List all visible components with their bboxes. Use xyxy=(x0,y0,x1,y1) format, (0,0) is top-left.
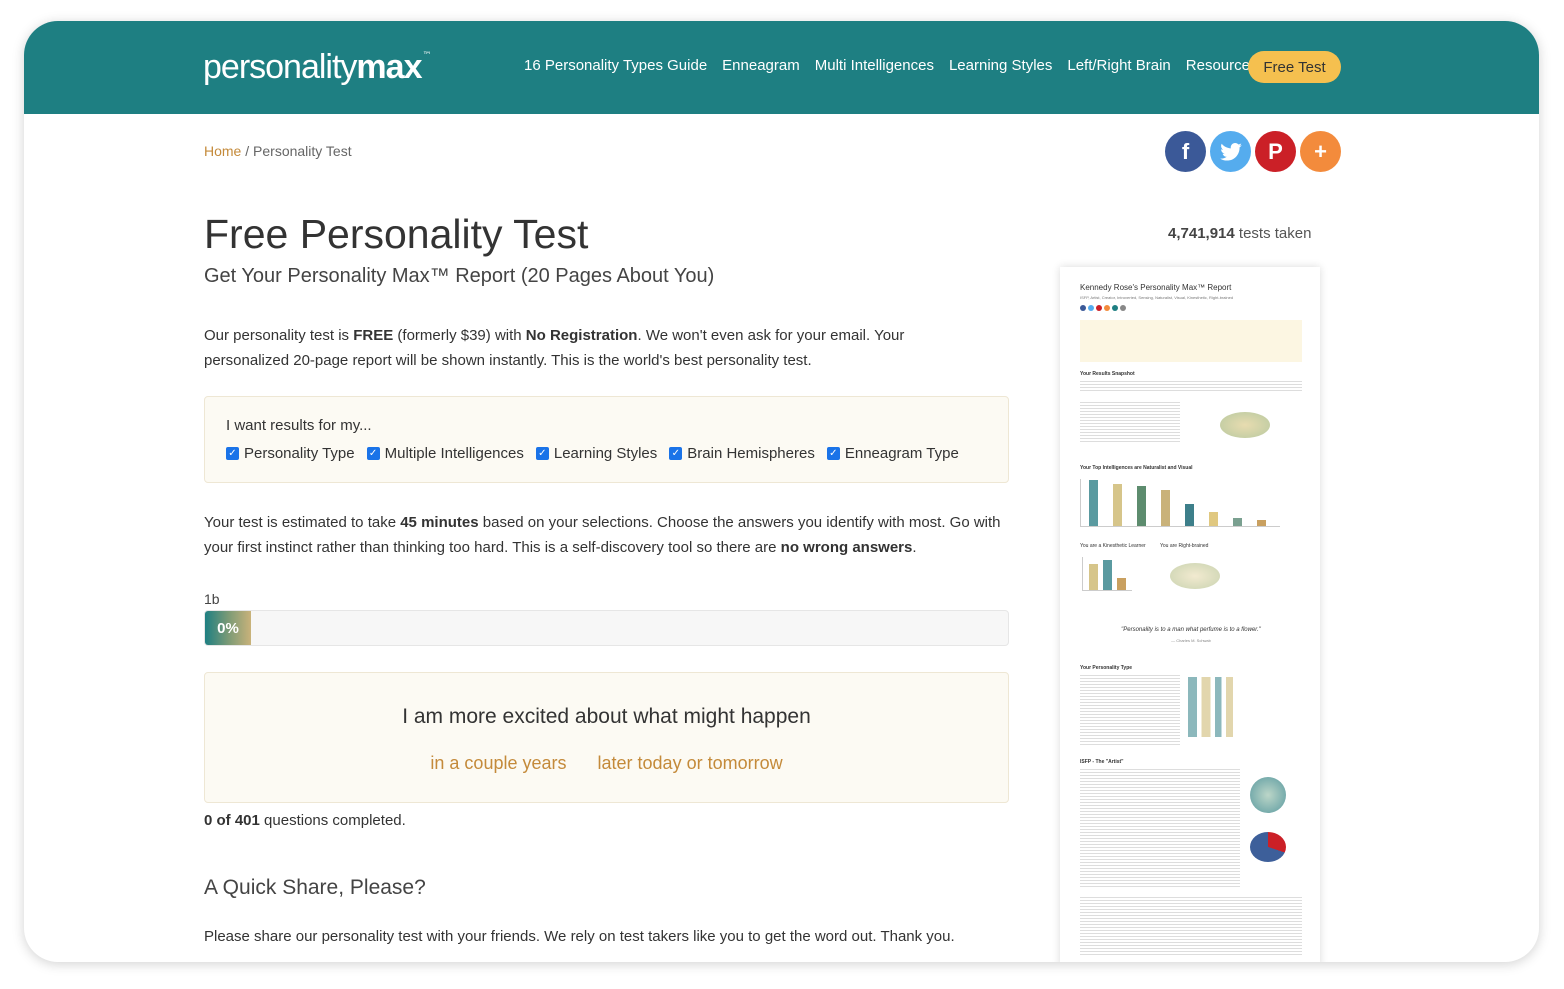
plus-icon[interactable]: + xyxy=(1300,131,1341,172)
main-nav: 16 Personality Types Guide Enneagram Mul… xyxy=(524,57,1272,74)
nav-left-right-brain[interactable]: Left/Right Brain xyxy=(1067,57,1170,74)
report-artist-heading: ISFP - The "Artist" xyxy=(1080,759,1124,765)
report-type-heading: Your Personality Type xyxy=(1080,665,1133,671)
checkbox-checked-icon[interactable]: ✓ xyxy=(226,447,239,460)
breadcrumb-home[interactable]: Home xyxy=(204,143,241,159)
site-header: personalitymax™ 16 Personality Types Gui… xyxy=(24,21,1539,114)
site-logo[interactable]: personalitymax™ xyxy=(203,47,431,87)
report-quote: "Personality is to a man what perfume is… xyxy=(1121,627,1261,633)
progress-fill: 0% xyxy=(205,611,251,645)
checkbox-enneagram-type[interactable]: ✓ Enneagram Type xyxy=(826,445,959,462)
checkbox-checked-icon[interactable]: ✓ xyxy=(366,447,380,460)
page-subtitle: Get Your Personality Max™ Report (20 Pag… xyxy=(204,265,715,287)
checkbox-personality-type[interactable]: ✓ Personality Type xyxy=(226,445,355,462)
answer-option-1[interactable]: in a couple years xyxy=(430,753,566,773)
nav-16-types[interactable]: 16 Personality Types Guide xyxy=(524,57,707,74)
questions-completed: 0 of 401 questions completed. xyxy=(204,812,406,829)
question-text: I am more excited about what might happe… xyxy=(402,705,811,728)
report-share-dots xyxy=(1080,305,1126,311)
progress-bar: 0% xyxy=(204,610,1009,646)
report-brain-pie xyxy=(1170,563,1220,589)
report-quote-author: — Charles M. Schwab xyxy=(1171,638,1211,643)
nav-learning-styles[interactable]: Learning Styles xyxy=(949,57,1052,74)
intro-text: Our personality test is FREE (formerly $… xyxy=(204,327,905,369)
nav-enneagram[interactable]: Enneagram xyxy=(722,57,800,74)
quick-share-text: Please share our personality test with y… xyxy=(204,928,955,945)
twitter-icon[interactable] xyxy=(1210,131,1251,172)
report-type-chart-2 xyxy=(1188,677,1300,737)
results-options-title: I want results for my... xyxy=(226,417,372,434)
checkbox-brain-hemispheres[interactable]: ✓ Brain Hemispheres xyxy=(669,445,815,462)
quick-share-heading: A Quick Share, Please? xyxy=(204,876,426,899)
checkbox-learning-styles[interactable]: ✓ Learning Styles xyxy=(535,445,657,462)
report-learner-label: You are a Kinesthetic Learner xyxy=(1080,543,1146,549)
answer-options: in a couple years later today or tomorro… xyxy=(205,753,1008,774)
checkbox-multiple-intelligences[interactable]: ✓ Multiple Intelligences xyxy=(366,445,524,462)
report-snapshot-heading: Your Results Snapshot xyxy=(1080,371,1135,377)
report-paragraph xyxy=(1080,897,1302,957)
checkbox-checked-icon[interactable]: ✓ xyxy=(535,447,549,460)
checkbox-checked-icon[interactable]: ✓ xyxy=(826,447,840,460)
page-label: 1b xyxy=(204,591,220,607)
results-checkbox-group: ✓ Personality Type ✓ Multiple Intelligence… xyxy=(226,445,971,462)
report-learner-chart xyxy=(1082,557,1132,591)
breadcrumb-current: Personality Test xyxy=(253,143,352,159)
report-toc xyxy=(1080,320,1302,362)
report-paragraph xyxy=(1080,769,1240,889)
report-pie-chart xyxy=(1220,412,1270,438)
checkbox-checked-icon[interactable]: ✓ xyxy=(669,447,683,460)
page-title: Free Personality Test xyxy=(204,211,589,257)
results-options-box: I want results for my... ✓ Personality Ty… xyxy=(204,396,1009,483)
report-type-chart xyxy=(1080,402,1180,442)
pinterest-icon[interactable]: P xyxy=(1255,131,1296,172)
answer-option-2[interactable]: later today or tomorrow xyxy=(598,753,783,773)
question-card: I am more excited about what might happe… xyxy=(204,672,1009,803)
nav-resources[interactable]: Resources xyxy=(1186,57,1258,74)
browser-frame: personalitymax™ 16 Personality Types Gui… xyxy=(24,21,1539,962)
report-population-pie xyxy=(1250,777,1286,813)
report-intelligences-heading: Your Top Intelligences are Naturalist an… xyxy=(1080,465,1193,471)
tests-taken-counter: 4,741,914 tests taken xyxy=(1168,225,1312,242)
report-brain-label: You are Right-brained xyxy=(1160,543,1209,549)
breadcrumb: Home / Personality Test xyxy=(204,143,352,159)
nav-multi-intelligences[interactable]: Multi Intelligences xyxy=(815,57,934,74)
report-subtitle: ISFP, Artist, Creator, Introverted, Sens… xyxy=(1080,295,1234,300)
report-intelligence-chart xyxy=(1080,479,1280,527)
free-test-button[interactable]: Free Test xyxy=(1248,51,1341,83)
report-title: Kennedy Rose's Personality Max™ Report xyxy=(1080,283,1232,292)
report-gender-pie xyxy=(1250,832,1286,862)
sample-report-preview: Kennedy Rose's Personality Max™ Report I… xyxy=(1060,267,1320,962)
estimate-text: Your test is estimated to take 45 minute… xyxy=(204,514,1001,556)
facebook-icon[interactable]: f xyxy=(1165,131,1206,172)
report-paragraph xyxy=(1080,381,1302,393)
share-buttons: f P + xyxy=(1165,131,1341,172)
report-paragraph xyxy=(1080,675,1180,745)
